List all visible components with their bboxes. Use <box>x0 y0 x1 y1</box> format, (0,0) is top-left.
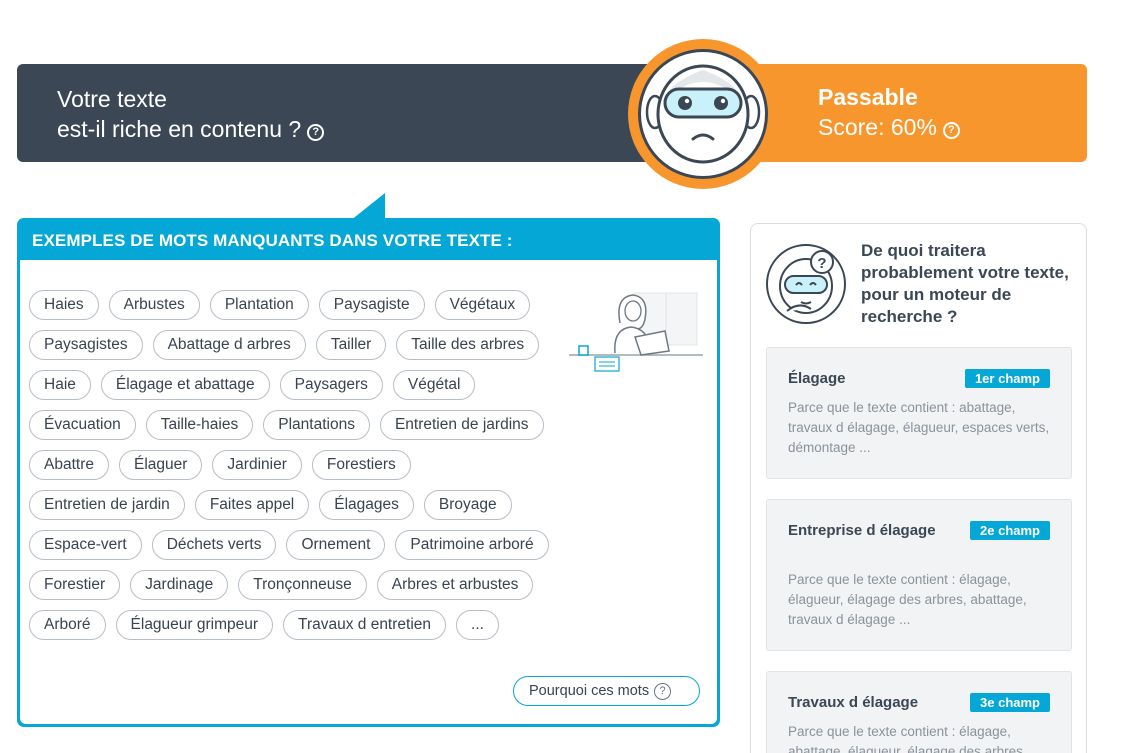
word-chip: Forestiers <box>311 450 411 480</box>
missing-words-title: EXEMPLES DE MOTS MANQUANTS DANS VOTRE TE… <box>32 231 513 250</box>
score-line: Score: 60%? <box>818 112 1087 142</box>
topic-card-3: Travaux d élagage 3e champ Parce que le … <box>766 671 1072 753</box>
word-chip: Élagueur grimpeur <box>115 610 274 640</box>
topic-reason: Parce que le texte contient : élagage, é… <box>788 572 1027 627</box>
word-chip: Taille des arbres <box>396 330 540 360</box>
topic-reason: Parce que le texte contient : abattage, … <box>788 400 1050 455</box>
topic-card-2: Entreprise d élagage 2e champ Parce que … <box>766 499 1072 651</box>
word-chip: Arboré <box>29 610 106 640</box>
topic-rank-badge: 1er champ <box>964 369 1050 388</box>
topics-panel: ? De quoi traitera probablement votre te… <box>750 223 1087 753</box>
richness-question-banner: Votre texte est-il riche en contenu ?? <box>17 64 677 162</box>
word-chip: Abattre <box>29 450 109 480</box>
help-icon: ? <box>654 683 672 700</box>
sad-robot-icon <box>638 49 768 179</box>
word-chip: Ornement <box>286 530 386 560</box>
why-these-words-button[interactable]: Pourquoi ces mots? <box>513 676 700 706</box>
word-chip: Élagages <box>319 490 414 520</box>
topic-card-1: Élagage 1er champ Parce que le texte con… <box>766 347 1072 479</box>
woman-laptop-illustration <box>565 285 705 380</box>
word-chip: Tronçonneuse <box>238 570 367 600</box>
word-chip: Tailler <box>315 330 387 360</box>
question-text: est-il riche en contenu ? <box>57 116 302 142</box>
topics-question: De quoi traitera probablement votre text… <box>861 241 1069 326</box>
word-chip: Arbres et arbustes <box>376 570 534 600</box>
word-chip: Abattage d arbres <box>152 330 306 360</box>
question-line-2: est-il riche en contenu ?? <box>57 114 677 144</box>
rating-label: Passable <box>818 84 918 110</box>
word-chip: Espace-vert <box>29 530 142 560</box>
topic-reason: Parce que le texte contient : élagage, a… <box>788 724 1038 753</box>
topic-name: Travaux d élagage <box>788 694 919 711</box>
word-chip: Plantation <box>209 290 309 320</box>
word-chip: Travaux d entretien <box>283 610 447 640</box>
thinking-robot-icon: ? <box>765 243 847 325</box>
word-chip: Forestier <box>29 570 121 600</box>
panel-pointer <box>350 193 385 221</box>
word-chip: Entretien de jardins <box>379 410 544 440</box>
word-chip: Paysagers <box>279 370 383 400</box>
word-chip: Jardinier <box>212 450 302 480</box>
word-chip: Jardinage <box>130 570 229 600</box>
topic-name: Élagage <box>788 370 846 387</box>
word-chip: Déchets verts <box>151 530 277 560</box>
help-icon[interactable]: ? <box>307 124 325 141</box>
word-chip: Patrimoine arboré <box>395 530 549 560</box>
svg-text:?: ? <box>817 255 826 272</box>
why-button-label: Pourquoi ces mots <box>529 683 650 699</box>
word-chip: Paysagistes <box>29 330 143 360</box>
score-help-icon[interactable]: ? <box>942 122 960 139</box>
question-line-1: Votre texte <box>57 86 167 112</box>
word-chip: Paysagiste <box>318 290 425 320</box>
missing-words-body: Haies Arbustes Plantation Paysagiste Végétau… <box>20 260 717 724</box>
score-value: Score: 60% <box>818 114 937 140</box>
word-chip: Entretien de jardin <box>29 490 185 520</box>
word-chip: Haie <box>29 370 91 400</box>
word-chip: Végétaux <box>434 290 531 320</box>
word-chip: Élaguer <box>118 450 203 480</box>
word-chip: Haies <box>29 290 99 320</box>
word-chip: Arbustes <box>108 290 200 320</box>
word-chip: Évacuation <box>29 410 136 440</box>
word-chip: Faites appel <box>194 490 310 520</box>
word-chip: Élagage et abattage <box>100 370 270 400</box>
topic-name: Entreprise d élagage <box>788 522 936 539</box>
word-chip: Broyage <box>423 490 512 520</box>
word-chip: Végétal <box>392 370 476 400</box>
word-chip: Taille-haies <box>145 410 254 440</box>
topic-rank-badge: 3e champ <box>970 693 1050 712</box>
word-chip: ... <box>456 610 499 640</box>
topic-rank-badge: 2e champ <box>970 521 1050 540</box>
word-chip-list: Haies Arbustes Plantation Paysagiste Végétau… <box>29 290 559 640</box>
word-chip: Plantations <box>263 410 370 440</box>
missing-words-panel: EXEMPLES DE MOTS MANQUANTS DANS VOTRE TE… <box>17 218 720 727</box>
